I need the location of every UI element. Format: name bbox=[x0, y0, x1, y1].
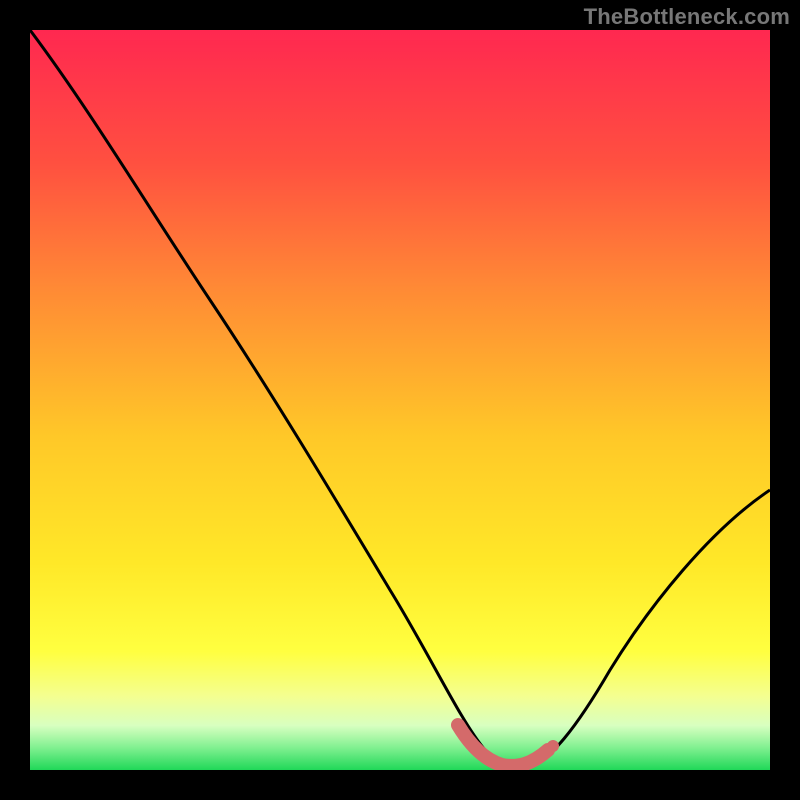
plot-area bbox=[30, 30, 770, 770]
watermark-text: TheBottleneck.com bbox=[584, 4, 790, 30]
bottleneck-curve bbox=[30, 30, 770, 770]
chart-frame: TheBottleneck.com bbox=[0, 0, 800, 800]
curve-path bbox=[30, 30, 770, 767]
highlight-endpoint bbox=[547, 740, 559, 752]
